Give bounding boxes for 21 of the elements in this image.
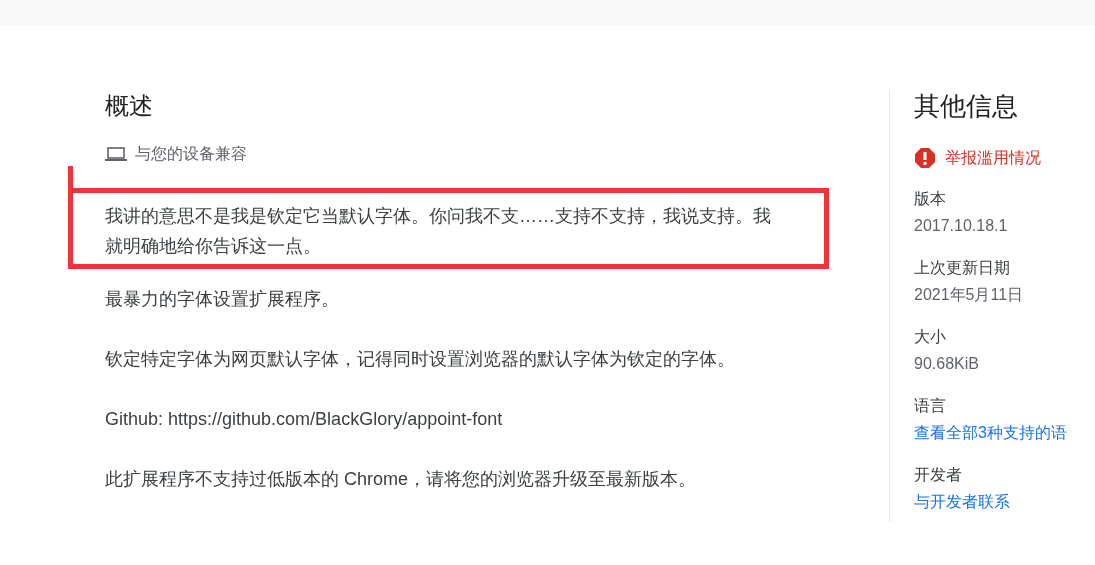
info-value: 90.68KiB bbox=[914, 354, 980, 374]
info-label: 版本 bbox=[914, 189, 947, 209]
info-link[interactable]: 与开发者联系 bbox=[914, 488, 1095, 515]
description-paragraph: 钦定特定字体为网页默认字体，记得同时设置浏览器的默认字体为钦定的字体。 bbox=[105, 348, 736, 371]
description-paragraph: 最暴力的字体设置扩展程序。 bbox=[105, 288, 340, 311]
laptop-icon bbox=[105, 146, 127, 162]
section-title: 概述 bbox=[105, 91, 154, 121]
info-label: 上次更新日期 bbox=[914, 258, 1011, 278]
info-label: 大小 bbox=[914, 327, 947, 347]
info-label: 开发者 bbox=[914, 465, 963, 485]
compatibility-text: 与您的设备兼容 bbox=[135, 143, 247, 164]
info-link[interactable]: 查看全部3种支持的语 bbox=[914, 419, 1095, 446]
description-paragraph: 我讲的意思不是我是钦定它当默认字体。你问我不支……支持不支持，我说支持。我就明确地给你告诉这一点。 bbox=[105, 205, 772, 258]
info-value: 2021年5月11日 bbox=[914, 285, 1025, 305]
report-link[interactable]: 举报滥用情况 bbox=[914, 146, 1095, 170]
info-label: 语言 bbox=[914, 396, 947, 416]
description-paragraph: Github: https://github.com/BlackGlory/appoint-font bbox=[105, 408, 504, 431]
alert-icon bbox=[914, 147, 936, 169]
description-paragraph: 此扩展程序不支持过低版本的 Chrome，请将您的浏览器升级至最新版本。 bbox=[105, 468, 698, 491]
info-value: 2017.10.18.1 bbox=[914, 216, 1009, 236]
section-title: 其他信息 bbox=[914, 90, 1019, 123]
